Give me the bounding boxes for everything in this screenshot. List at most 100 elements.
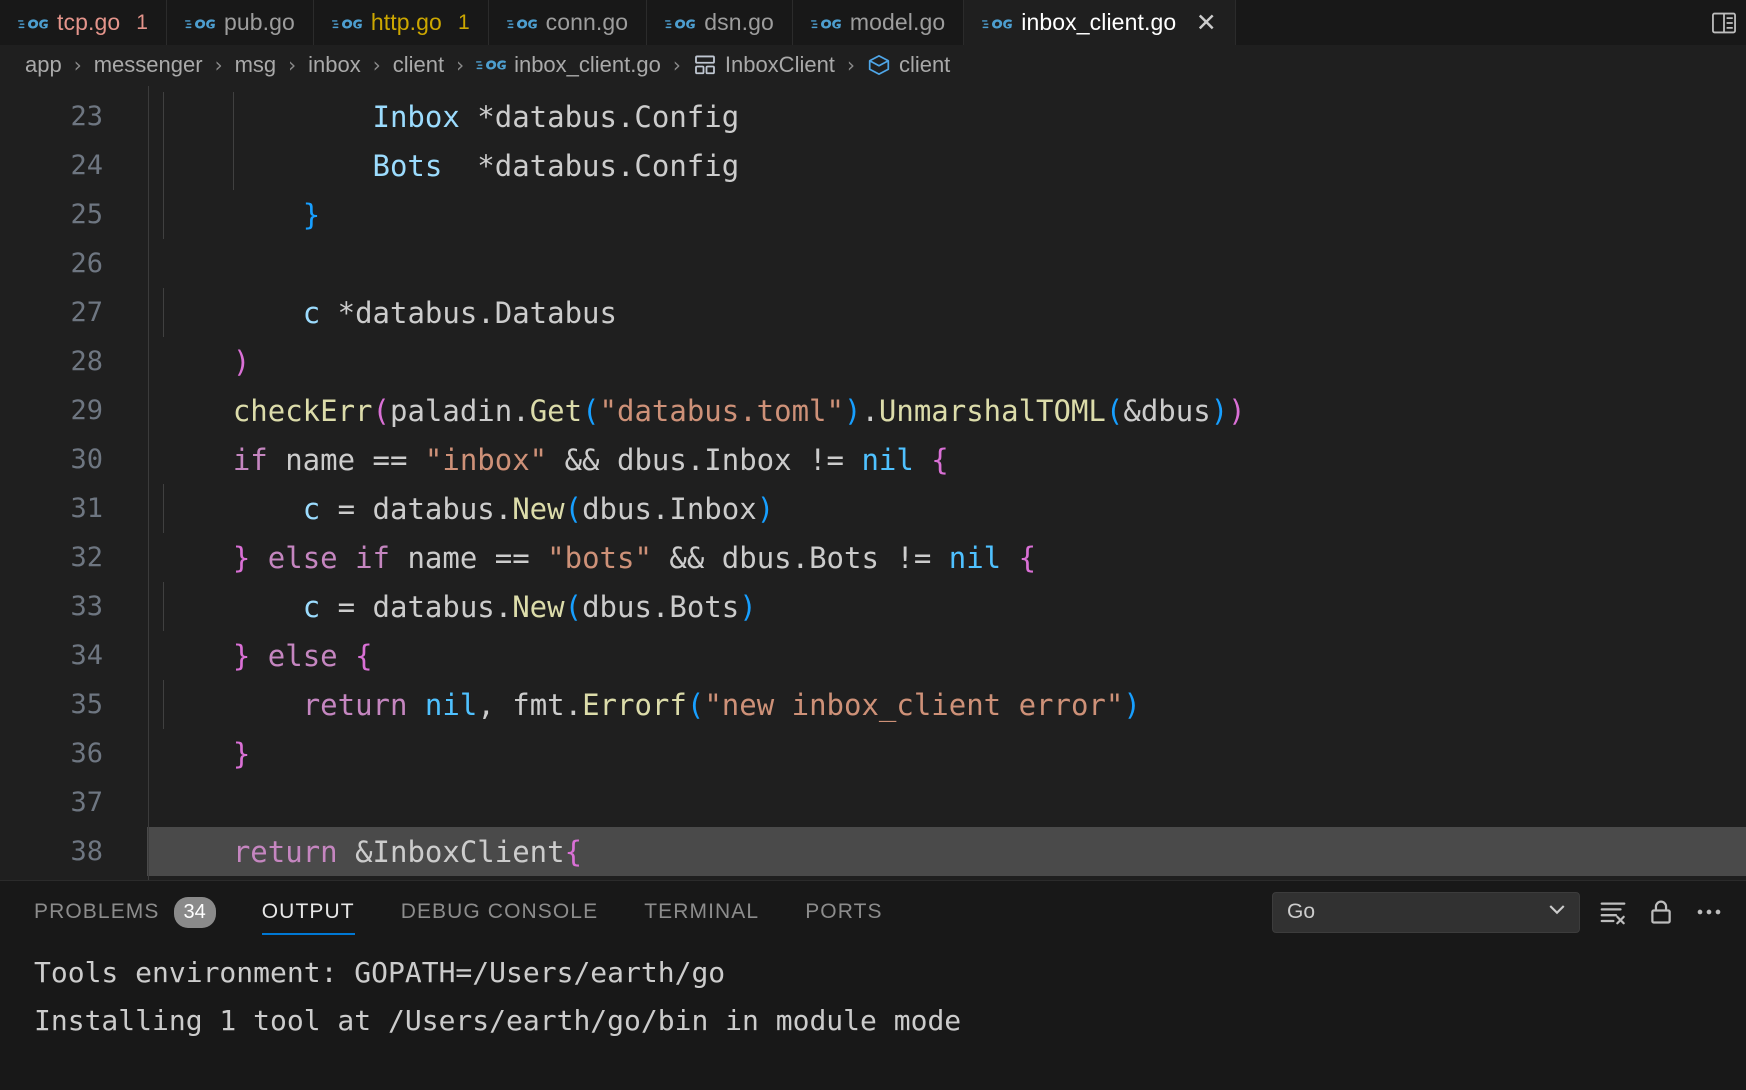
panel-tab-count-badge: 34 [173, 896, 216, 928]
panel-tab-terminal[interactable]: TERMINAL [644, 881, 759, 943]
code-token: , fmt. [477, 687, 583, 722]
indent-guide [163, 582, 164, 631]
code-token: { [931, 442, 949, 477]
code-line[interactable]: 28 ) [0, 337, 1746, 386]
fold-gutter[interactable] [125, 92, 147, 141]
code-token: ( [564, 491, 583, 526]
fold-gutter[interactable] [125, 729, 147, 778]
fold-gutter[interactable] [125, 239, 147, 288]
code-line[interactable]: 36 } [0, 729, 1746, 778]
panel-tab-output[interactable]: OUTPUT [261, 881, 355, 943]
breadcrumb-item-messenger[interactable]: messenger [91, 52, 206, 78]
editor-tab-http-go[interactable]: http.go 1 [313, 0, 489, 45]
code-token: Errorf [582, 687, 687, 722]
code-line[interactable]: 35 return nil, fmt. Errorf("new inbox_cli… [0, 680, 1746, 729]
breadcrumb-item-inbox[interactable]: inbox [305, 52, 364, 78]
fold-gutter[interactable] [125, 827, 147, 876]
fold-gutter[interactable] [125, 386, 147, 435]
code-line[interactable]: 31 c = databus. New(dbus.Inbox) [0, 484, 1746, 533]
code-line[interactable]: 26 [0, 239, 1746, 288]
code-token: . [861, 393, 879, 428]
output-channel-select[interactable]: Go [1272, 891, 1580, 933]
code-token: { [355, 638, 373, 673]
editor-tab-bar: tcp.go 1 pub.go http.go 1 conn.go dsn.go model.… [0, 0, 1746, 45]
split-editor-right-icon[interactable] [1710, 10, 1738, 36]
code-line[interactable]: 23 Inbox *databus.Config [0, 92, 1746, 141]
code-line[interactable]: 25 } [0, 190, 1746, 239]
fold-gutter[interactable] [125, 337, 147, 386]
editor-tab-conn-go[interactable]: conn.go [488, 0, 648, 45]
indent-guide [163, 141, 164, 190]
line-number: 23 [70, 101, 103, 132]
fold-gutter[interactable] [125, 141, 147, 190]
clear-output-icon[interactable] [1598, 897, 1628, 927]
code-editor[interactable]: 23 Inbox *databus.Config 24 Bots *databus… [0, 85, 1746, 880]
code-text: return nil, fmt. Errorf("new inbox_client… [147, 680, 1746, 729]
breadcrumb-item-InboxClient[interactable]: InboxClient [690, 52, 838, 78]
code-line[interactable]: 37 [0, 778, 1746, 827]
fold-gutter[interactable] [125, 190, 147, 239]
editor-tab-label: http.go [370, 9, 442, 35]
breadcrumb-item-inbox_client-go[interactable]: inbox_client.go [473, 52, 664, 78]
fold-gutter[interactable] [125, 288, 147, 337]
panel-tab-problems[interactable]: PROBLEMS 34 [34, 881, 216, 943]
breadcrumb-item-client[interactable]: client [390, 52, 447, 78]
editor-tab-pub-go[interactable]: pub.go [166, 0, 314, 45]
breadcrumb-item-client[interactable]: client [864, 52, 953, 78]
code-token: name [390, 540, 495, 575]
lock-icon[interactable] [1646, 897, 1676, 927]
code-token: *databus.Config [442, 148, 740, 183]
panel-tab-ports[interactable]: PORTS [805, 881, 882, 943]
fold-gutter[interactable] [125, 680, 147, 729]
fold-gutter[interactable] [125, 778, 147, 827]
code-line[interactable]: 29 checkErr(paladin. Get("databus.toml").… [0, 386, 1746, 435]
editor-tab-tcp-go[interactable]: tcp.go 1 [0, 0, 167, 45]
code-line[interactable]: 32 } else if name == "bots" && dbus.Bots… [0, 533, 1746, 582]
editor-tab-model-go[interactable]: model.go [792, 0, 965, 45]
code-token: checkErr [232, 393, 373, 428]
go-file-icon [665, 13, 696, 33]
fold-gutter[interactable] [125, 533, 147, 582]
breadcrumb-item-app[interactable]: app [22, 52, 65, 78]
code-line[interactable]: 30 if name == "inbox" && dbus.Inbox != n… [0, 435, 1746, 484]
code-token: Get [529, 393, 583, 428]
code-line[interactable]: 24 Bots *databus.Config [0, 141, 1746, 190]
vscode-window: tcp.go 1 pub.go http.go 1 conn.go dsn.go model.… [0, 0, 1746, 1090]
indent-guide [163, 190, 164, 239]
output-body[interactable]: Tools environment: GOPATH=/Users/earth/g… [0, 943, 1746, 1090]
fold-gutter[interactable] [125, 631, 147, 680]
code-line[interactable]: 27 c *databus.Databus [0, 288, 1746, 337]
code-token: } [232, 736, 251, 771]
line-number: 37 [70, 787, 103, 818]
code-token: != [896, 540, 932, 575]
fold-gutter[interactable] [125, 582, 147, 631]
fold-gutter[interactable] [125, 435, 147, 484]
more-actions-icon[interactable] [1694, 897, 1724, 927]
code-token: UnmarshalTOML [878, 393, 1106, 428]
editor-tab-label: pub.go [223, 9, 295, 35]
editor-tab-dsn-go[interactable]: dsn.go [647, 0, 793, 45]
panel-tab-debug-console[interactable]: DEBUG CONSOLE [401, 881, 599, 943]
line-number: 31 [70, 493, 103, 524]
editor-tab-inbox_client-go[interactable]: inbox_client.go ✕ [964, 0, 1237, 45]
go-file-icon [18, 13, 48, 33]
code-line[interactable]: 34 } else { [0, 631, 1746, 680]
code-text: } else { [147, 631, 1746, 680]
code-line[interactable]: 38 return &InboxClient{ [0, 827, 1746, 876]
breadcrumb-item-msg[interactable]: msg [232, 52, 280, 78]
fold-gutter[interactable] [125, 484, 147, 533]
close-icon[interactable]: ✕ [1195, 10, 1217, 35]
code-line[interactable]: 33 c = databus. New(dbus.Bots) [0, 582, 1746, 631]
breadcrumb-item-label: messenger [93, 52, 203, 77]
code-token: ( [582, 393, 600, 428]
editor-tab-badge: 1 [457, 10, 470, 34]
